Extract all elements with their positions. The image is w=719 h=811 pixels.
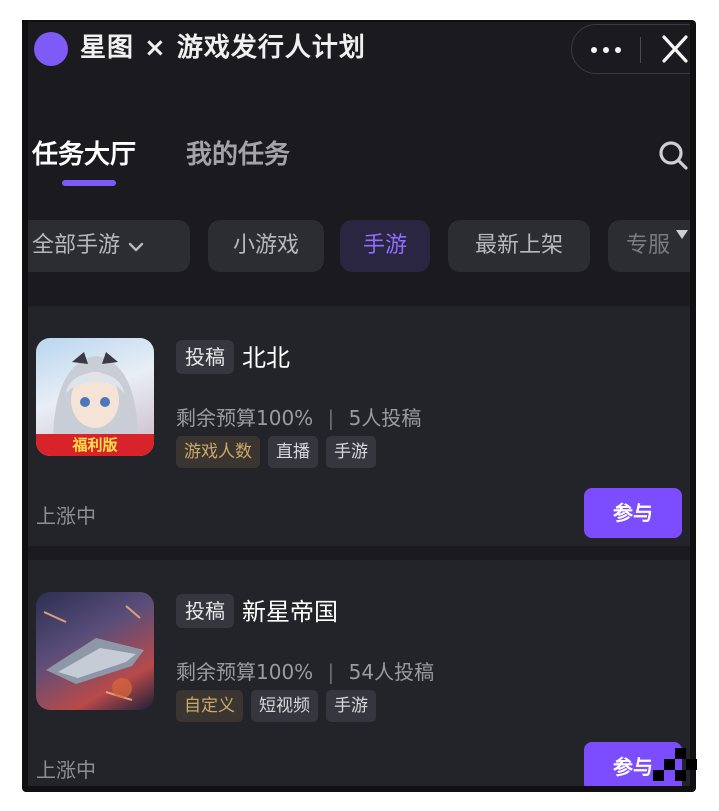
task-type-tag: 投稿 (176, 340, 234, 374)
tab-bar: 任务大厅 我的任务 (28, 132, 690, 192)
filter-chip-bar: 全部手游 小游戏 手游 最新上架 专服 (28, 218, 690, 274)
filter-chip-label: 全部手游 (32, 233, 121, 258)
app-logo-icon (34, 32, 68, 66)
title-bar: 星图 × 游戏发行人计划 (28, 22, 690, 74)
budget-text: 剩余预算100% (176, 660, 314, 684)
filter-chip-newest[interactable]: 最新上架 (448, 220, 590, 272)
submission-count: 54人投稿 (348, 660, 435, 684)
search-icon[interactable] (656, 138, 690, 172)
task-card[interactable]: 福利版 投稿 北北 剩余预算100% | 5人投稿 游戏人数 直播 手游 上涨中… (28, 306, 690, 546)
task-card[interactable]: 投稿 新星帝国 剩余预算100% | 54人投稿 自定义 短视频 手游 上涨中 … (28, 560, 690, 786)
chevron-down-icon (128, 220, 144, 272)
meta-separator: | (327, 406, 335, 430)
task-label: 自定义 (176, 690, 243, 722)
budget-text: 剩余预算100% (176, 406, 314, 430)
task-labels: 自定义 短视频 手游 (176, 690, 376, 722)
game-cover-image: 福利版 (36, 338, 154, 456)
corner-checker-decoration (653, 748, 697, 792)
task-label: 短视频 (251, 690, 318, 722)
close-icon[interactable] (658, 29, 690, 69)
filter-chip-mobile-games[interactable]: 手游 (340, 220, 430, 272)
filter-chip-all-mobile-games[interactable]: 全部手游 (28, 220, 190, 272)
capsule-divider (640, 37, 641, 63)
card-separator (28, 546, 690, 560)
task-label: 直播 (268, 436, 318, 468)
task-label: 手游 (326, 436, 376, 468)
join-button[interactable]: 参与 (584, 488, 682, 538)
window-title: 星图 × 游戏发行人计划 (80, 33, 366, 63)
task-label: 游戏人数 (176, 436, 260, 468)
task-label: 手游 (326, 690, 376, 722)
cover-badge-welfare: 福利版 (36, 434, 154, 456)
tab-task-hall[interactable]: 任务大厅 (32, 134, 136, 171)
task-meta: 剩余预算100% | 54人投稿 (176, 656, 434, 685)
task-type-tag: 投稿 (176, 594, 234, 628)
task-status: 上涨中 (36, 504, 96, 528)
submission-count: 5人投稿 (348, 406, 422, 430)
more-dots-icon[interactable] (586, 39, 626, 61)
task-status: 上涨中 (36, 758, 96, 782)
task-title: 北北 (242, 344, 290, 372)
mini-program-capsule (571, 24, 690, 74)
task-labels: 游戏人数 直播 手游 (176, 436, 376, 468)
filter-chip-dedicated-server[interactable]: 专服 (608, 220, 690, 272)
tab-my-tasks[interactable]: 我的任务 (186, 134, 290, 171)
app-screen: 星图 × 游戏发行人计划 任务大厅 我的任务 全部手游 小游戏 手游 最新上架 … (28, 22, 690, 786)
game-cover-image (36, 592, 154, 710)
task-title: 新星帝国 (242, 598, 338, 626)
active-tab-indicator (62, 180, 116, 186)
filter-expand-icon[interactable] (676, 230, 688, 239)
task-meta: 剩余预算100% | 5人投稿 (176, 402, 421, 431)
filter-chip-mini-games[interactable]: 小游戏 (208, 220, 324, 272)
meta-separator: | (327, 660, 335, 684)
